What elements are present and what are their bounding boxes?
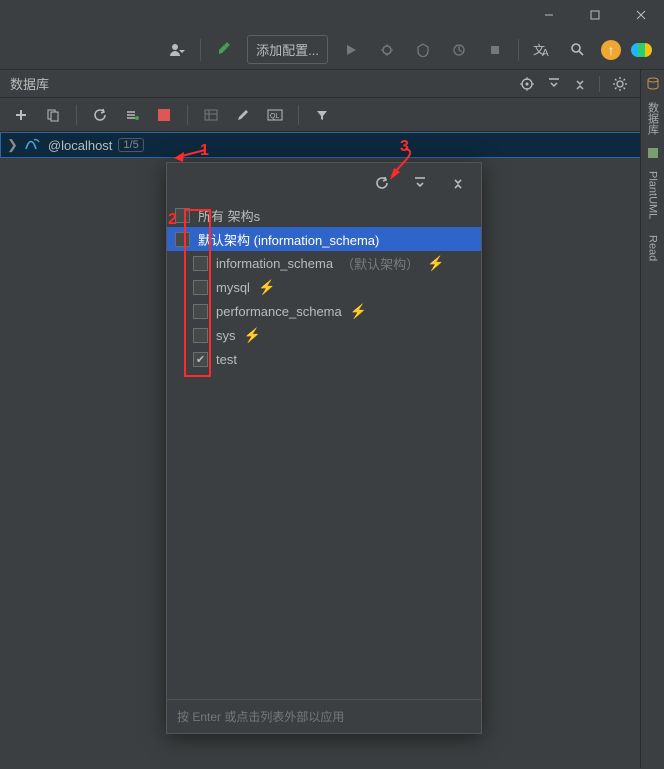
schema-checkbox[interactable]: [193, 280, 208, 295]
chevron-right-icon: ❯: [7, 137, 18, 153]
main-toolbar: 添加配置... 文A ↑: [0, 30, 664, 70]
bolt-icon: ⚡: [427, 255, 444, 272]
schema-selection-popup: 所有 架构s 默认架构 (information_schema) informati…: [166, 162, 482, 734]
schema-count-badge[interactable]: 1/5: [118, 138, 143, 152]
search-everywhere-button[interactable]: [565, 37, 591, 63]
database-panel-header: 数据库: [0, 70, 664, 98]
build-hammer-icon[interactable]: [211, 37, 237, 63]
schema-label: information_schema: [216, 256, 333, 271]
filter-button[interactable]: [309, 102, 335, 128]
schema-list: 所有 架构s 默认架构 (information_schema) informati…: [167, 203, 481, 699]
database-toolwindow-icon[interactable]: [645, 76, 661, 92]
right-tab-database[interactable]: 数据库: [643, 96, 663, 141]
separator: [298, 105, 299, 125]
right-toolwindow-bar: 数据库 PlantUML Read: [640, 70, 664, 768]
schema-trailing-note: （默认架构）: [341, 254, 419, 273]
add-datasource-button[interactable]: [8, 102, 34, 128]
schema-label: mysql: [216, 280, 250, 295]
schema-item[interactable]: 所有 架构s: [167, 203, 481, 227]
schema-checkbox[interactable]: [193, 304, 208, 319]
mysql-icon: [24, 137, 42, 154]
schema-label: test: [216, 352, 237, 367]
schema-item[interactable]: performance_schema ⚡: [167, 299, 481, 323]
user-dropdown-button[interactable]: [164, 37, 190, 63]
refresh-button[interactable]: [87, 102, 113, 128]
datasource-name: @localhost: [48, 138, 113, 153]
svg-text:QL: QL: [270, 113, 279, 120]
schema-checkbox[interactable]: [193, 328, 208, 343]
bolt-icon: ⚡: [244, 327, 261, 344]
svg-text:A: A: [542, 48, 549, 58]
schema-item[interactable]: information_schema （默认架构） ⚡: [167, 251, 481, 275]
toolbox-app-icon[interactable]: [631, 43, 652, 57]
profile-button[interactable]: [446, 37, 472, 63]
window-maximize-button[interactable]: [572, 0, 618, 30]
edit-button[interactable]: [230, 102, 256, 128]
plantuml-toolwindow-icon[interactable]: [645, 145, 661, 161]
schema-item[interactable]: sys ⚡: [167, 323, 481, 347]
window-close-button[interactable]: [618, 0, 664, 30]
toolbar-separator: [518, 39, 519, 61]
database-panel-title: 数据库: [10, 74, 49, 93]
right-tab-read[interactable]: Read: [645, 229, 661, 267]
popup-collapse-all-button[interactable]: [445, 170, 471, 196]
schema-label: sys: [216, 328, 236, 343]
schema-label: 默认架构 (information_schema): [198, 230, 379, 249]
separator: [76, 105, 77, 125]
bolt-icon: ⚡: [258, 279, 275, 296]
stop-sync-button[interactable]: [151, 102, 177, 128]
bolt-icon: ⚡: [350, 303, 367, 320]
query-console-button[interactable]: QL: [262, 102, 288, 128]
schema-item[interactable]: test: [167, 347, 481, 371]
table-view-button[interactable]: [198, 102, 224, 128]
run-button[interactable]: [338, 37, 364, 63]
sync-button[interactable]: [119, 102, 145, 128]
debug-button[interactable]: [374, 37, 400, 63]
schema-checkbox[interactable]: [193, 256, 208, 271]
database-toolbar: QL: [0, 98, 664, 132]
update-available-icon[interactable]: ↑: [601, 40, 621, 60]
schema-popup-toolbar: [167, 163, 481, 203]
toolbar-separator: [200, 39, 201, 61]
run-config-dropdown[interactable]: 添加配置...: [247, 35, 328, 64]
schema-label: performance_schema: [216, 304, 342, 319]
collapse-all-icon[interactable]: [573, 77, 587, 91]
schema-label: 所有 架构s: [198, 206, 260, 225]
separator: [187, 105, 188, 125]
schema-checkbox[interactable]: [175, 208, 190, 223]
separator: [599, 76, 600, 92]
datasource-row[interactable]: ❯ @localhost 1/5: [0, 132, 664, 158]
schema-checkbox[interactable]: [175, 232, 190, 247]
translate-button[interactable]: 文A: [529, 37, 555, 63]
duplicate-button[interactable]: [40, 102, 66, 128]
schema-popup-hint: 按 Enter 或点击列表外部以应用: [167, 699, 481, 733]
window-titlebar: [0, 0, 664, 30]
popup-refresh-button[interactable]: [369, 170, 395, 196]
right-tab-plantuml[interactable]: PlantUML: [645, 165, 661, 225]
coverage-button[interactable]: [410, 37, 436, 63]
window-minimize-button[interactable]: [526, 0, 572, 30]
schema-checkbox[interactable]: [193, 352, 208, 367]
target-icon[interactable]: [519, 76, 535, 92]
popup-expand-all-button[interactable]: [407, 170, 433, 196]
gear-icon[interactable]: [612, 76, 628, 92]
schema-item[interactable]: 默认架构 (information_schema): [167, 227, 481, 251]
schema-item[interactable]: mysql ⚡: [167, 275, 481, 299]
run-config-label: 添加配置...: [256, 43, 319, 58]
expand-all-icon[interactable]: [547, 77, 561, 91]
stop-button[interactable]: [482, 37, 508, 63]
